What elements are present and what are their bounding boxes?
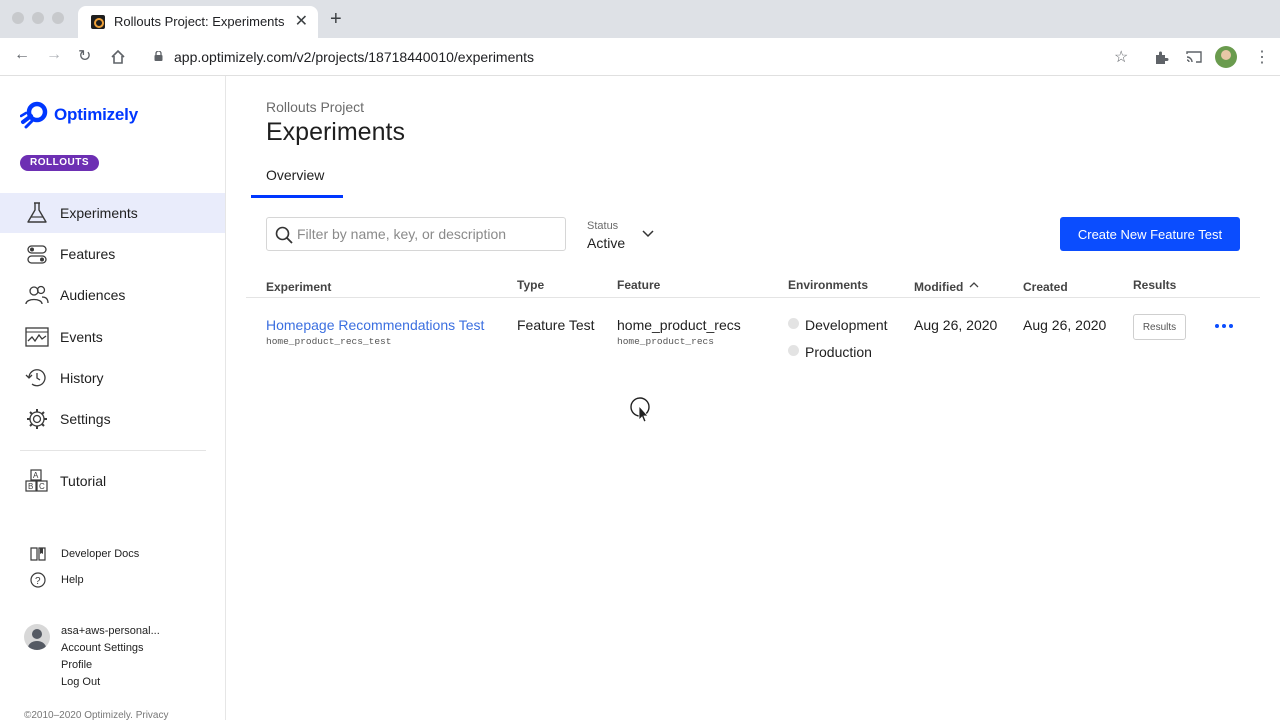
search-icon xyxy=(275,226,293,244)
sidebar-item-label: Features xyxy=(60,246,116,262)
created-date: Aug 26, 2020 xyxy=(1023,317,1107,333)
mouse-cursor-icon xyxy=(630,397,650,423)
column-header-experiment[interactable]: Experiment xyxy=(266,280,331,294)
sidebar-item-label: History xyxy=(60,370,104,386)
sidebar-item-label: Events xyxy=(60,329,103,345)
status-filter-value[interactable]: Active xyxy=(587,235,625,251)
profile-link[interactable]: Profile xyxy=(61,659,92,671)
people-icon xyxy=(25,285,49,305)
sidebar-item-audiences[interactable]: Audiences xyxy=(0,275,225,315)
experiment-key: home_product_recs_test xyxy=(266,336,392,347)
create-feature-test-button[interactable]: Create New Feature Test xyxy=(1060,217,1240,251)
results-button[interactable]: Results xyxy=(1133,314,1186,340)
table-header-divider xyxy=(246,297,1260,298)
svg-text:B: B xyxy=(28,482,33,491)
tab-title: Rollouts Project: Experiments - xyxy=(114,14,286,29)
sidebar-item-label: Tutorial xyxy=(60,473,107,489)
home-icon[interactable] xyxy=(110,49,126,65)
chevron-down-icon[interactable] xyxy=(641,228,655,240)
sidebar-item-label: Experiments xyxy=(60,205,138,221)
breadcrumb[interactable]: Rollouts Project xyxy=(266,99,364,115)
sidebar-divider xyxy=(20,450,206,451)
sidebar-item-history[interactable]: History xyxy=(0,358,225,398)
browser-toolbar: ← → ↻ app.optimizely.com/v2/projects/187… xyxy=(0,38,1280,76)
status-filter-label: Status xyxy=(587,220,619,232)
optimizely-favicon-icon xyxy=(91,15,105,29)
page-title: Experiments xyxy=(266,118,405,146)
search-box[interactable] xyxy=(266,217,566,251)
new-tab-icon[interactable]: + xyxy=(330,8,342,31)
modified-date: Aug 26, 2020 xyxy=(914,317,998,333)
help-icon: ? xyxy=(30,572,46,588)
search-input[interactable] xyxy=(297,224,557,244)
environment-status-dot xyxy=(788,318,799,329)
abc-blocks-icon: A B C xyxy=(25,469,48,492)
flask-icon xyxy=(27,202,47,223)
tab-close-icon[interactable]: ✕ xyxy=(295,11,308,31)
svg-text:A: A xyxy=(33,471,39,480)
environment-development: Development xyxy=(805,317,888,333)
window-maximize-dot[interactable] xyxy=(52,12,64,24)
cast-icon[interactable] xyxy=(1186,50,1202,64)
sidebar-item-experiments[interactable]: Experiments xyxy=(0,193,225,233)
brand-name: Optimizely xyxy=(54,105,138,124)
experiment-type: Feature Test xyxy=(517,317,595,333)
column-header-created[interactable]: Created xyxy=(1023,280,1068,294)
sidebar-item-features[interactable]: Features xyxy=(0,234,225,274)
chart-icon xyxy=(25,327,49,347)
book-icon xyxy=(30,547,46,561)
sidebar-item-tutorial[interactable]: A B C Tutorial xyxy=(0,461,225,501)
history-icon xyxy=(25,369,46,387)
tab-overview[interactable]: Overview xyxy=(266,167,324,183)
column-header-environments[interactable]: Environments xyxy=(788,278,868,292)
sidebar-item-label: Audiences xyxy=(60,287,126,303)
address-bar[interactable]: app.optimizely.com/v2/projects/187184400… xyxy=(174,49,534,65)
sort-ascending-icon[interactable] xyxy=(968,280,980,290)
gear-icon xyxy=(27,409,47,429)
experiment-name-link[interactable]: Homepage Recommendations Test xyxy=(266,317,484,333)
svg-text:C: C xyxy=(39,482,45,491)
toggles-icon xyxy=(27,245,47,264)
lock-icon[interactable] xyxy=(154,51,163,61)
sidebar: Optimizely ROLLOUTS Experiments Features… xyxy=(0,76,226,720)
feature-key: home_product_recs xyxy=(617,336,714,347)
environment-status-dot xyxy=(788,345,799,356)
active-tab-indicator xyxy=(251,195,343,198)
browser-menu-icon[interactable]: ⋮ xyxy=(1254,47,1270,67)
logout-link[interactable]: Log Out xyxy=(61,676,100,688)
svg-text:?: ? xyxy=(35,576,41,587)
reload-icon[interactable]: ↻ xyxy=(78,46,91,66)
forward-icon[interactable]: → xyxy=(46,46,62,64)
optimizely-logo[interactable]: Optimizely xyxy=(20,100,138,130)
sidebar-item-settings[interactable]: Settings xyxy=(0,399,225,439)
environment-production: Production xyxy=(805,344,872,360)
feature-name: home_product_recs xyxy=(617,317,741,333)
user-avatar[interactable] xyxy=(24,624,50,650)
browser-tab[interactable]: Rollouts Project: Experiments - ✕ xyxy=(78,6,318,38)
developer-docs-link[interactable]: Developer Docs xyxy=(61,548,139,560)
optimizely-logo-icon xyxy=(20,101,48,129)
window-minimize-dot[interactable] xyxy=(32,12,44,24)
copyright-text: ©2010–2020 Optimizely. Privacy xyxy=(24,710,169,720)
sidebar-item-events[interactable]: Events xyxy=(0,317,225,357)
column-header-results: Results xyxy=(1133,278,1177,292)
more-options-icon[interactable] xyxy=(1214,318,1234,334)
sidebar-item-label: Settings xyxy=(60,411,111,427)
help-link[interactable]: Help xyxy=(61,574,84,586)
column-header-type[interactable]: Type xyxy=(517,278,544,292)
window-close-dot[interactable] xyxy=(12,12,24,24)
account-settings-link[interactable]: Account Settings xyxy=(61,642,144,654)
bookmark-star-icon[interactable]: ☆ xyxy=(1114,47,1128,67)
column-header-modified[interactable]: Modified xyxy=(914,280,963,294)
browser-profile-avatar[interactable] xyxy=(1215,46,1237,68)
back-icon[interactable]: ← xyxy=(14,46,30,64)
rollouts-badge: ROLLOUTS xyxy=(20,155,99,171)
column-header-feature[interactable]: Feature xyxy=(617,278,660,292)
browser-tab-bar: Rollouts Project: Experiments - ✕ + xyxy=(0,0,1280,38)
extensions-icon[interactable] xyxy=(1154,50,1169,65)
user-name: asa+aws-personal... xyxy=(61,625,160,637)
